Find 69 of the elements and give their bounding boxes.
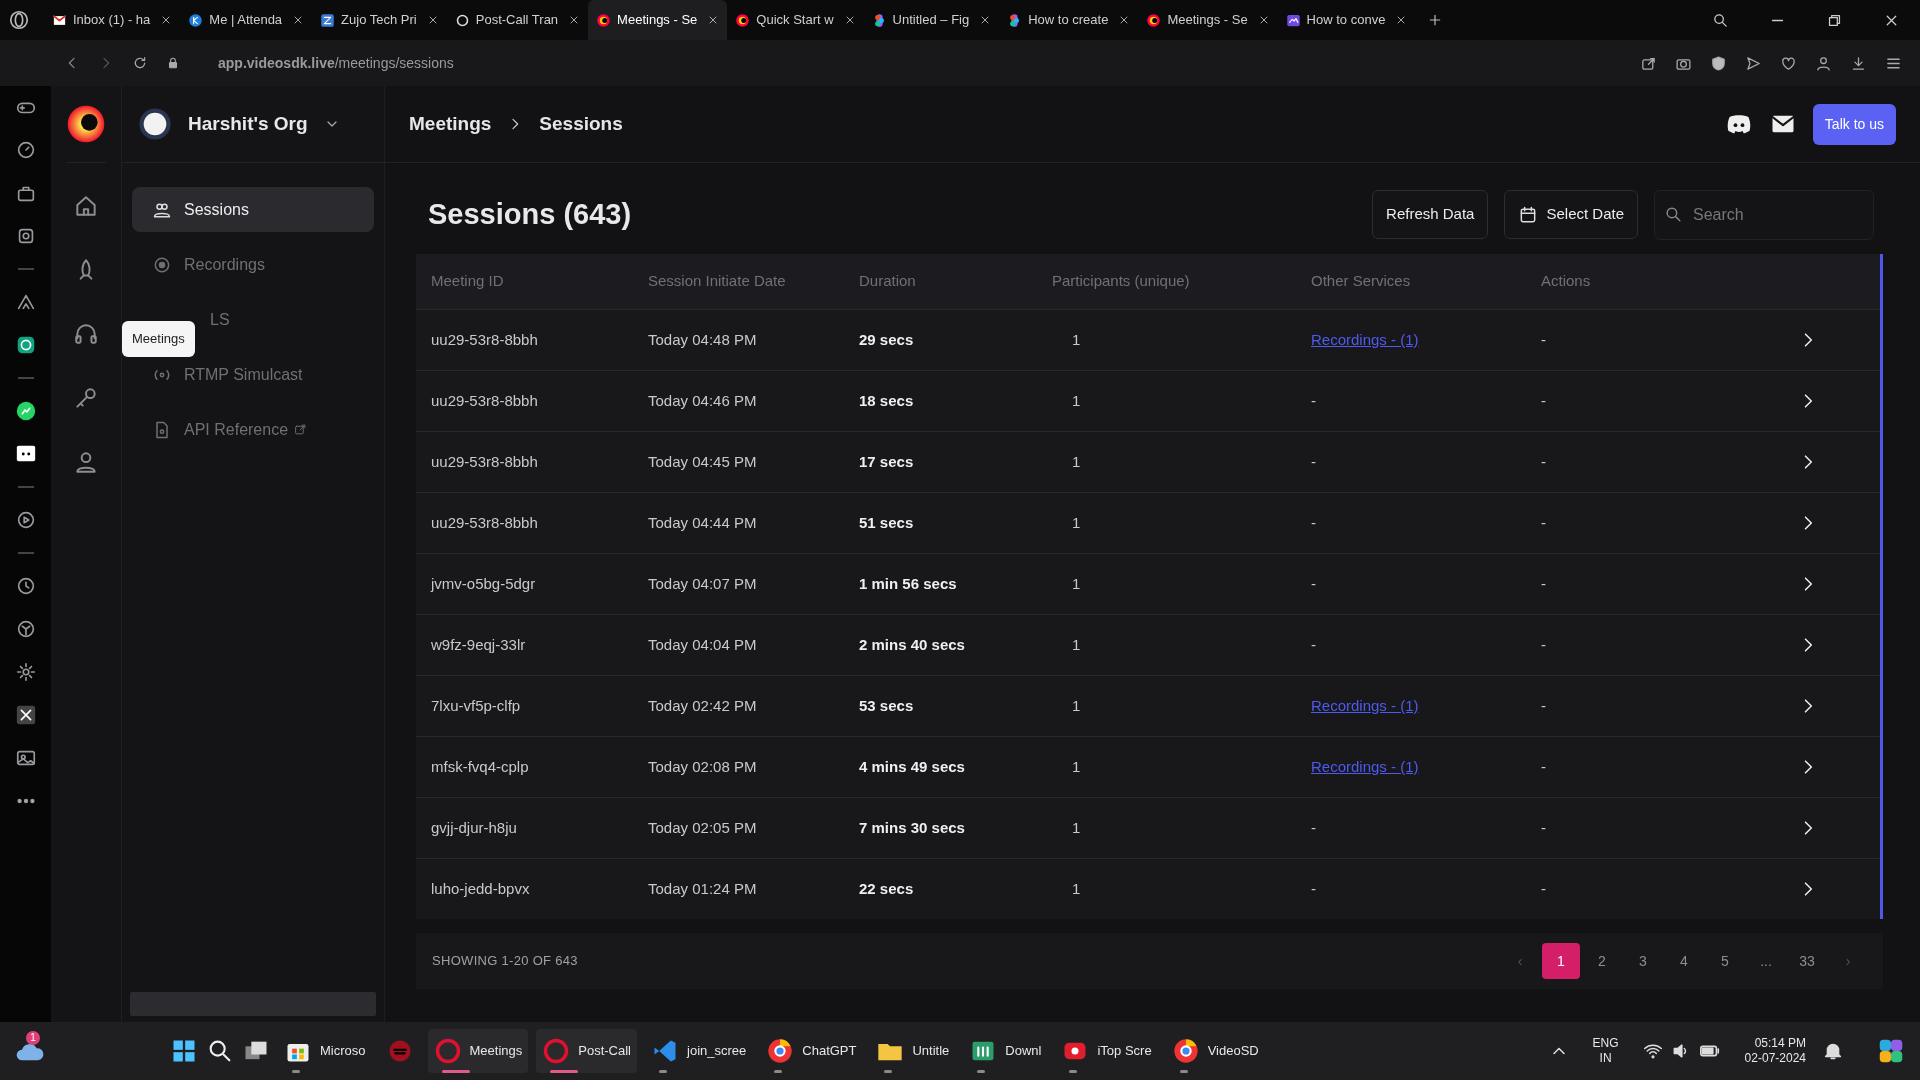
table-cell-text: -: [1541, 817, 1547, 838]
table-cell-text: 7 mins 30 secs: [859, 817, 966, 838]
table-cell-text: Today 02:08 PM: [648, 756, 758, 777]
column-header: Duration: [859, 271, 917, 292]
table-cell: -: [1311, 635, 1316, 653]
table-cell-text: Today 04:44 PM: [648, 512, 758, 533]
table-cell-text: 17 secs: [859, 451, 915, 472]
table-cell-text: -: [1541, 573, 1547, 594]
table-cell-text: 1: [1071, 695, 1082, 716]
table-cell-text: 1: [1071, 573, 1082, 594]
table-cell-text: 18 secs: [859, 390, 915, 411]
table-cell-text: Today 04:04 PM: [648, 634, 758, 655]
table-cell-text: -: [1541, 390, 1547, 411]
table-cell-text: Today 04:45 PM: [648, 451, 758, 472]
table-cell-text: uu29-53r8-8bbh: [431, 390, 539, 411]
column-header: Actions: [1541, 271, 1592, 292]
table-cell: -: [1311, 818, 1316, 836]
table-cell-text: luho-jedd-bpvx: [431, 878, 531, 899]
table-cell-text: Today 02:42 PM: [648, 695, 758, 716]
table-cell-text: -: [1541, 451, 1547, 472]
table-cell-text: 7lxu-vf5p-clfp: [431, 695, 522, 716]
table-cell: -: [1311, 513, 1316, 531]
table-cell-text: 4 mins 49 secs: [859, 756, 966, 777]
table-cell-text: jvmv-o5bg-5dgr: [431, 573, 537, 594]
table-cell-text: 1: [1071, 512, 1082, 533]
table-cell-text: 29 secs: [859, 329, 915, 350]
page-title: Sessions (643): [427, 196, 633, 232]
table-cell: -: [1311, 452, 1316, 470]
table-cell: -: [1311, 574, 1316, 592]
tooltip: Meetings: [122, 321, 195, 357]
table-cell-text: Today 01:24 PM: [648, 878, 758, 899]
table-cell-text: 1: [1071, 878, 1082, 899]
table-cell-text: -: [1541, 878, 1547, 899]
column-header: Other Services: [1311, 271, 1412, 292]
table-cell-text: Today 04:07 PM: [648, 573, 758, 594]
table-cell-text: Today 02:05 PM: [648, 817, 758, 838]
table-cell-text: 2 mins 40 secs: [859, 634, 966, 655]
column-header: Session Initiate Date: [648, 271, 787, 292]
ellipsis-text: ...: [1759, 951, 1773, 971]
table-cell-text: Today 04:46 PM: [648, 390, 758, 411]
column-header: Meeting ID: [431, 271, 505, 292]
table-cell-text: -: [1541, 695, 1547, 716]
table-cell-text: -: [1541, 756, 1547, 777]
table-cell-text: 51 secs: [859, 512, 915, 533]
table-cell-text: 1: [1071, 451, 1082, 472]
table-cell-text: -: [1541, 634, 1547, 655]
table-cell: -: [1311, 879, 1316, 897]
table-cell-text: -: [1541, 329, 1547, 350]
table-cell-text: 22 secs: [859, 878, 915, 899]
column-header: Participants (unique): [1052, 271, 1191, 292]
table-cell-text: uu29-53r8-8bbh: [431, 451, 539, 472]
table-cell-text: 1: [1071, 329, 1082, 350]
table-cell-text: 1: [1071, 817, 1082, 838]
pagination-summary: SHOWING 1-20 OF 643: [432, 952, 578, 971]
table-cell-text: 1: [1071, 634, 1082, 655]
table-cell-text: 1 min 56 secs: [859, 573, 958, 594]
table-cell-text: 1: [1071, 756, 1082, 777]
table-cell-text: w9fz-9eqj-33lr: [431, 634, 527, 655]
table-cell-text: gvjj-djur-h8ju: [431, 817, 518, 838]
table-cell-text: -: [1541, 512, 1547, 533]
table-cell-text: Today 04:48 PM: [648, 329, 758, 350]
table-cell-text: 1: [1071, 390, 1082, 411]
table-cell-text: mfsk-fvq4-cplp: [431, 756, 530, 777]
table-cell-text: 53 secs: [859, 695, 915, 716]
table-cell-text: uu29-53r8-8bbh: [431, 329, 539, 350]
table-cell: -: [1311, 391, 1316, 409]
notification-badge: 1: [26, 1031, 40, 1045]
table-cell-text: uu29-53r8-8bbh: [431, 512, 539, 533]
breadcrumb-current: Sessions: [539, 111, 623, 136]
